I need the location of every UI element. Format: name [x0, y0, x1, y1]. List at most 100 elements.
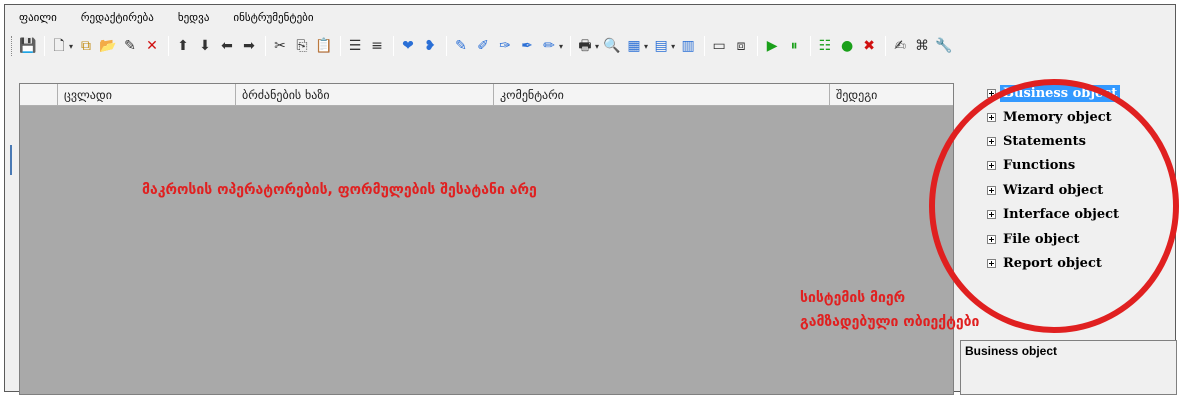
- toolbar-separator: [704, 36, 706, 56]
- open-folder-button[interactable]: 📂: [98, 36, 118, 56]
- heart-plus-icon: ❥: [424, 38, 436, 54]
- toolbar: 💾 🗋 ▾ ⧉ 📂 ✎ ✕ ⬆ ⬇ ⬅ ➡ ✂ ⎘ 📋 ☰ ≡ ❤ ❥ ✎ ✐ ✑ ✒ ✏ ▾ 🖶 ▾ 🔍 ▦ ▾ ▤ ▾ ▥ ▭ ⧈ ▶ ⏸ ☷ ● ✖ ✍…: [5, 31, 1175, 61]
- print-button[interactable]: 🖶: [575, 36, 595, 56]
- pen-4-icon: ✒: [521, 38, 533, 54]
- system-objects-annotation-line1: სისტემის მიერ: [800, 290, 906, 306]
- outdent-icon: ≡: [371, 38, 383, 54]
- new-document-button[interactable]: 🗋: [49, 36, 69, 56]
- menu-edit[interactable]: რედაქტირება: [81, 11, 154, 24]
- pen-2-button[interactable]: ✐: [473, 36, 493, 56]
- grid-row-header[interactable]: [20, 84, 58, 105]
- play-button[interactable]: ▶: [762, 36, 782, 56]
- find-icon: 🔍: [603, 38, 621, 54]
- copy-icon: ⎘: [296, 38, 308, 54]
- edit-button[interactable]: ✎: [120, 36, 140, 56]
- toolbar-separator: [446, 36, 448, 56]
- save-button[interactable]: 💾: [18, 36, 38, 56]
- chevron-down-icon[interactable]: ▾: [559, 42, 563, 51]
- macro-grid[interactable]: ცვლადი ბრძანების ხაზი კომენტარი შედეგი მ…: [19, 83, 954, 395]
- wrench-icon: 🔧: [935, 38, 953, 54]
- heart-plus-button[interactable]: ❥: [420, 36, 440, 56]
- column-variable[interactable]: ცვლადი: [58, 84, 236, 105]
- chevron-down-icon[interactable]: ▾: [69, 42, 73, 51]
- delete-icon: ✕: [146, 38, 158, 54]
- toolbar-separator: [757, 36, 759, 56]
- chevron-down-icon[interactable]: ▾: [671, 42, 675, 51]
- toolbar-separator: [340, 36, 342, 56]
- menu-view[interactable]: ხედვა: [178, 11, 210, 24]
- column-command-line[interactable]: ბრძანების ხაზი: [236, 84, 494, 105]
- find-button[interactable]: 🔍: [602, 36, 622, 56]
- menu-tools[interactable]: ინსტრუმენტები: [233, 11, 313, 24]
- paste-icon: 📋: [315, 38, 333, 54]
- pencil-edit-icon: ✍: [894, 38, 906, 54]
- edit-icon: ✎: [124, 38, 136, 54]
- toolbar-separator: [393, 36, 395, 56]
- toolbar-separator: [570, 36, 572, 56]
- flow-icon: ⧈: [736, 38, 746, 54]
- toolbar-separator: [885, 36, 887, 56]
- new-document-icon: 🗋: [53, 38, 65, 54]
- grid-header: ცვლადი ბრძანების ხაზი კომენტარი შედეგი: [20, 84, 953, 106]
- pause-button[interactable]: ⏸: [784, 36, 804, 56]
- xml-button[interactable]: ⌘: [912, 36, 932, 56]
- arrow-left-button[interactable]: ⬅: [217, 36, 237, 56]
- chart-button[interactable]: ▦: [624, 36, 644, 56]
- play-icon: ▶: [766, 38, 778, 54]
- copy-button[interactable]: ⎘: [292, 36, 312, 56]
- grid-button[interactable]: ▤: [651, 36, 671, 56]
- window-icon: ▭: [712, 38, 726, 54]
- toolbar-separator: [810, 36, 812, 56]
- list-icon: ☷: [818, 38, 832, 54]
- delete-button[interactable]: ✕: [142, 36, 162, 56]
- chevron-down-icon[interactable]: ▾: [644, 42, 648, 51]
- pen-button[interactable]: ✎: [451, 36, 471, 56]
- arrow-down-button[interactable]: ⬇: [195, 36, 215, 56]
- cut-button[interactable]: ✂: [270, 36, 290, 56]
- macro-area-annotation: მაკროსის ოპერატორების, ფორმულების შესატა…: [142, 182, 537, 198]
- column-comment[interactable]: კომენტარი: [494, 84, 830, 105]
- pen-3-icon: ✑: [499, 38, 511, 54]
- outdent-button[interactable]: ≡: [367, 36, 387, 56]
- highlight-ellipse: [929, 79, 1179, 333]
- red-x-icon: ✖: [863, 38, 875, 54]
- save-icon: 💾: [19, 38, 37, 54]
- heart-button[interactable]: ❤: [398, 36, 418, 56]
- grid-icon: ▤: [654, 38, 668, 54]
- toolbar-grip[interactable]: [11, 36, 14, 56]
- list-button[interactable]: ☷: [815, 36, 835, 56]
- indent-button[interactable]: ☰: [345, 36, 365, 56]
- pause-icon: ⏸: [790, 38, 798, 54]
- chevron-down-icon[interactable]: ▾: [595, 42, 599, 51]
- window-button[interactable]: ▭: [709, 36, 729, 56]
- chart-icon: ▦: [627, 38, 641, 54]
- pen-4-button[interactable]: ✒: [517, 36, 537, 56]
- green-circle-icon: ●: [840, 38, 854, 54]
- print-icon: 🖶: [578, 38, 592, 54]
- grid-2-button[interactable]: ▥: [678, 36, 698, 56]
- menu-bar: ფაილი რედაქტირება ხედვა ინსტრუმენტები: [5, 5, 1175, 29]
- pencil-edit-button[interactable]: ✍: [890, 36, 910, 56]
- description-text: Business object: [965, 344, 1058, 358]
- copy-objects-icon: ⧉: [81, 38, 92, 54]
- arrow-right-icon: ➡: [243, 38, 255, 54]
- arrow-up-icon: ⬆: [177, 38, 189, 54]
- heart-icon: ❤: [402, 38, 414, 54]
- arrow-right-button[interactable]: ➡: [239, 36, 259, 56]
- copy-objects-button[interactable]: ⧉: [76, 36, 96, 56]
- paste-button[interactable]: 📋: [314, 36, 334, 56]
- description-panel: Business object: [960, 340, 1177, 395]
- pen-3-button[interactable]: ✑: [495, 36, 515, 56]
- main-window: ფაილი რედაქტირება ხედვა ინსტრუმენტები 💾 🗋…: [4, 4, 1179, 395]
- pen-icon: ✎: [455, 38, 467, 54]
- arrow-up-button[interactable]: ⬆: [173, 36, 193, 56]
- wrench-button[interactable]: 🔧: [934, 36, 954, 56]
- pen-5-icon: ✏: [543, 38, 555, 54]
- red-x-button[interactable]: ✖: [859, 36, 879, 56]
- green-circle-button[interactable]: ●: [837, 36, 857, 56]
- flow-button[interactable]: ⧈: [731, 36, 751, 56]
- xml-icon: ⌘: [915, 38, 930, 54]
- pen-5-button[interactable]: ✏: [539, 36, 559, 56]
- arrow-down-icon: ⬇: [199, 38, 211, 54]
- menu-file[interactable]: ფაილი: [19, 11, 57, 24]
